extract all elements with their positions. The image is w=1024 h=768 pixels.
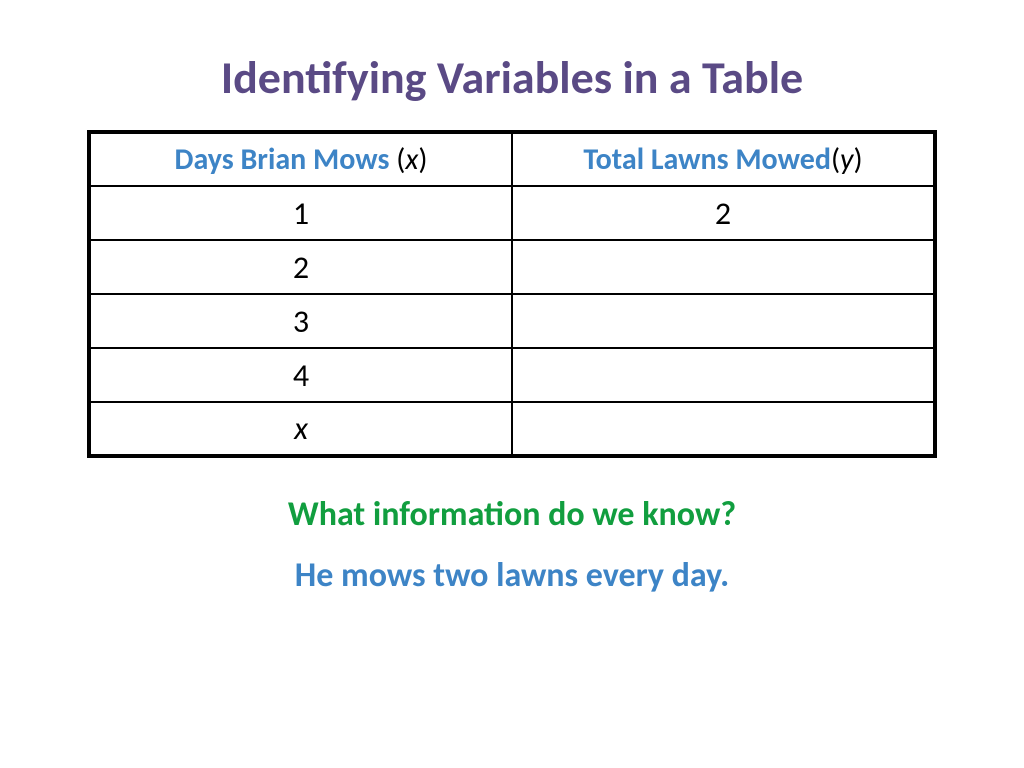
cell-x: 4 <box>89 348 512 402</box>
col-header-days-var: (x) <box>389 141 427 178</box>
table-row: 2 <box>89 240 935 294</box>
cell-x: x <box>89 402 512 456</box>
cell-y <box>512 240 935 294</box>
cell-y: 2 <box>512 186 935 240</box>
col-header-lawns: Total Lawns Mowed(y) <box>512 132 935 186</box>
answer-text: He mows two lawns every day. <box>80 555 944 596</box>
cell-x: 2 <box>89 240 512 294</box>
cell-y <box>512 402 935 456</box>
cell-x: 1 <box>89 186 512 240</box>
cell-x: 3 <box>89 294 512 348</box>
variables-table: Days Brian Mows (x) Total Lawns Mowed(y)… <box>87 130 937 458</box>
col-header-days: Days Brian Mows (x) <box>89 132 512 186</box>
cell-y <box>512 348 935 402</box>
col-header-lawns-var: (y) <box>831 141 863 178</box>
table-row: x <box>89 402 935 456</box>
table-row: 12 <box>89 186 935 240</box>
question-text: What information do we know? <box>80 494 944 535</box>
col-header-days-label: Days Brian Mows <box>175 141 390 178</box>
col-header-lawns-label: Total Lawns Mowed <box>583 141 831 178</box>
table-body: 12234x <box>89 186 935 456</box>
cell-y <box>512 294 935 348</box>
table-row: 4 <box>89 348 935 402</box>
slide-title: Identifying Variables in a Table <box>80 50 944 106</box>
table-header-row: Days Brian Mows (x) Total Lawns Mowed(y) <box>89 132 935 186</box>
table-row: 3 <box>89 294 935 348</box>
